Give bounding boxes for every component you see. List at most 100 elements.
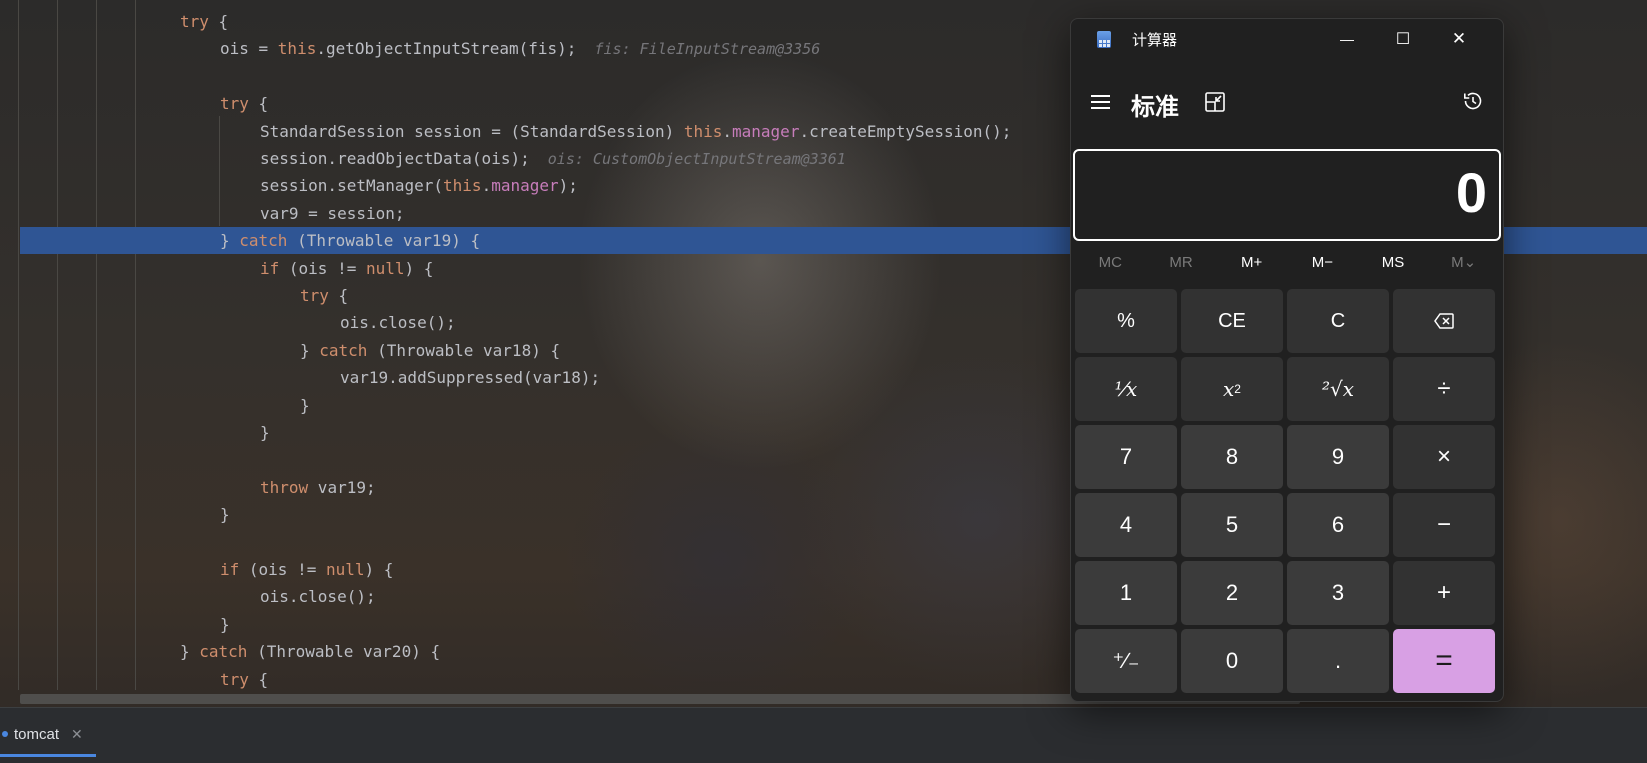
minimize-button[interactable]: — (1319, 19, 1375, 59)
inline-debug-hint: fis: FileInputStream@3356 (576, 40, 821, 59)
code-token: catch (239, 231, 288, 251)
digit-8-button[interactable]: 8 (1181, 425, 1283, 489)
code-token: manager (491, 176, 559, 196)
maximize-button[interactable]: ☐ (1375, 19, 1431, 59)
backspace-icon (1434, 313, 1454, 329)
calculator-app-icon (1097, 31, 1111, 48)
code-token: null (365, 258, 405, 278)
code-text: try { (300, 282, 348, 309)
code-token: .createEmptySession(); (799, 121, 1012, 141)
clear-entry-button[interactable]: CE (1181, 289, 1283, 353)
title-bar[interactable]: 计算器 — ☐ ✕ (1071, 19, 1503, 59)
code-token: ois.close(); (260, 587, 376, 607)
active-tab-indicator (0, 754, 96, 757)
percent-button[interactable]: % (1075, 289, 1177, 353)
code-text: var9 = session; (260, 200, 405, 227)
code-token: } (220, 614, 230, 634)
tab-tomcat[interactable]: tomcat ✕ (0, 720, 83, 748)
code-token: . (722, 121, 733, 141)
code-token: } (300, 395, 310, 415)
code-token: } (260, 423, 270, 442)
hamburger-menu-icon[interactable] (1091, 93, 1111, 111)
code-token: StandardSession session = (StandardSessi… (260, 121, 684, 141)
code-token: var19.addSuppressed(var18); (340, 368, 601, 388)
memory-button-ms[interactable]: MS (1358, 241, 1429, 285)
minus-button[interactable]: − (1393, 493, 1495, 557)
code-token: { (328, 286, 349, 305)
code-token: ) { (364, 560, 394, 579)
code-token: (ois != (239, 560, 326, 579)
inline-debug-hint: ois: CustomObjectInputStream@3361 (529, 150, 846, 168)
close-button[interactable]: ✕ (1431, 19, 1487, 59)
code-token: (ois != (279, 258, 366, 278)
square-base: x (1223, 377, 1235, 401)
code-token: this (443, 176, 482, 196)
code-text: session.setManager(this.manager); (260, 172, 578, 199)
digit-4-button[interactable]: 4 (1075, 493, 1177, 557)
code-text: if (ois != null) { (260, 255, 433, 282)
code-text: try { (220, 666, 268, 693)
code-text: } (220, 611, 230, 638)
reciprocal-button[interactable]: ⅟x (1075, 357, 1177, 421)
memory-button-mminus[interactable]: M− (1287, 241, 1358, 285)
code-text: } (260, 419, 270, 446)
digit-0-button[interactable]: 0 (1181, 629, 1283, 693)
code-token: { (248, 94, 269, 114)
code-token: this (683, 121, 723, 141)
code-text: session.readObjectData(ois); ois: Custom… (260, 145, 846, 173)
plus-button[interactable]: + (1393, 561, 1495, 625)
square-button[interactable]: x2 (1181, 357, 1283, 421)
digit-1-button[interactable]: 1 (1075, 561, 1177, 625)
digit-7-button[interactable]: 7 (1075, 425, 1177, 489)
multiply-button[interactable]: × (1393, 425, 1495, 489)
history-icon[interactable] (1461, 89, 1485, 113)
code-token: this (277, 39, 317, 59)
clear-button[interactable]: C (1287, 289, 1389, 353)
code-token: } (220, 505, 230, 525)
code-token: (Throwable var19) { (287, 231, 481, 251)
memory-button-mplus[interactable]: M+ (1216, 241, 1287, 285)
keep-on-top-icon[interactable] (1204, 91, 1226, 113)
digit-9-button[interactable]: 9 (1287, 425, 1389, 489)
code-token: ) { (404, 258, 434, 278)
memory-button-mlist[interactable]: M⌄ (1428, 241, 1499, 285)
backspace-button[interactable] (1393, 289, 1495, 353)
minimize-icon: — (1340, 31, 1354, 47)
code-text: ois.close(); (340, 309, 456, 336)
run-config-icon (2, 731, 8, 737)
code-text: } (220, 501, 230, 528)
memory-button-mr[interactable]: MR (1146, 241, 1217, 285)
window-title: 计算器 (1132, 32, 1178, 49)
code-text: } (300, 392, 310, 419)
code-text: if (ois != null) { (220, 556, 393, 583)
code-text: } catch (Throwable var19) { (220, 227, 480, 254)
code-token: null (325, 560, 365, 579)
square-exponent: 2 (1234, 382, 1241, 396)
result-display: 0 (1073, 149, 1501, 241)
code-token: throw (260, 477, 309, 497)
digit-2-button[interactable]: 2 (1181, 561, 1283, 625)
code-text: } catch (Throwable var20) { (180, 638, 440, 665)
square-root-button[interactable]: ²√x (1287, 357, 1389, 421)
divide-button[interactable]: ÷ (1393, 357, 1495, 421)
equals-button[interactable]: = (1393, 629, 1495, 693)
code-token: try (220, 669, 249, 689)
code-token: . (481, 176, 492, 196)
code-token: session.setManager( (260, 176, 444, 196)
decimal-button[interactable]: . (1287, 629, 1389, 693)
maximize-icon: ☐ (1395, 31, 1411, 48)
code-token: .getObjectInputStream(fis); (316, 39, 577, 59)
memory-button-mc[interactable]: MC (1075, 241, 1146, 285)
digit-6-button[interactable]: 6 (1287, 493, 1389, 557)
memory-row: MC MR M+ M− MS M⌄ (1075, 241, 1499, 285)
code-text: throw var19; (260, 474, 376, 501)
tab-label: tomcat (14, 725, 60, 743)
digit-3-button[interactable]: 3 (1287, 561, 1389, 625)
negate-button[interactable]: ⁺∕₋ (1075, 629, 1177, 693)
code-text: ois = this.getObjectInputStream(fis); fi… (220, 35, 820, 63)
close-icon[interactable]: ✕ (71, 726, 83, 743)
code-token: } (180, 642, 200, 662)
digit-5-button[interactable]: 5 (1181, 493, 1283, 557)
mode-title: 标准 (1131, 94, 1179, 121)
display-value: 0 (1455, 161, 1487, 224)
